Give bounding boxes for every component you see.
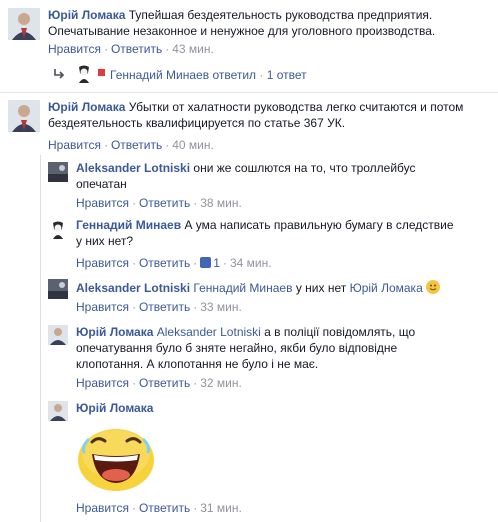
reply-actions: Нравится · Ответить · 33 мин. [76,300,242,314]
reply-body: Юрій Ломака Aleksander Lotniski а в полі… [76,324,486,372]
reply-body: Aleksander Lotniski Геннадий Минаев у ни… [76,280,486,296]
comment-body: Юрій Ломака Убытки от халатности руковод… [48,99,488,131]
like-link[interactable]: Нравится [76,256,129,270]
comment-text: бездеятельность квалифицируется по стать… [48,116,346,130]
reply-count[interactable]: 1 ответ [267,68,307,82]
comment-text: Тупейшая бездеятельность руководства пре… [128,8,433,22]
reply-link[interactable]: Ответить [111,138,162,152]
author-name[interactable]: Юрій Ломака [76,401,153,415]
author-name[interactable]: Aleksander Lotniski [76,281,190,295]
reply-summary-author[interactable]: Геннадий Минаев [110,68,209,82]
author-name[interactable]: Aleksander Lotniski [76,161,190,175]
reply-link[interactable]: Ответить [111,42,162,56]
reply-body: Aleksander Lotniski они же сошлются на т… [76,160,486,192]
laughing-sticker-icon [76,424,156,495]
mention-link[interactable]: Юрій Ломака [350,281,423,295]
reply-text: а в поліції повідомлять, що [264,325,416,339]
avatar[interactable] [48,401,68,421]
reply-actions: Нравится · Ответить · 1 · 34 мин. [76,256,272,270]
avatar[interactable] [48,279,68,299]
like-link[interactable]: Нравится [48,42,101,56]
reply-text: А ума написать правильную бумагу в следс… [184,218,454,232]
reply-text: опечатан [76,177,127,191]
mention-link[interactable]: Aleksander Lotniski [157,325,261,339]
author-name[interactable]: Юрій Ломака [76,325,153,339]
reply-summary-action: ответил [212,68,257,82]
reply-actions: Нравится · Ответить · 32 мин. [76,376,242,390]
flag-icon [98,69,105,76]
avatar[interactable] [8,8,40,40]
reply-link[interactable]: Ответить [139,196,190,210]
like-link[interactable]: Нравится [76,300,129,314]
reply-link[interactable]: Ответить [139,300,190,314]
smile-emoji-icon [426,280,441,294]
comment-actions: Нравится · Ответить · 40 мин. [48,138,214,152]
thumbs-up-icon [200,257,212,268]
like-link[interactable]: Нравится [76,501,129,515]
timestamp[interactable]: 32 мин. [200,376,242,390]
timestamp[interactable]: 33 мин. [200,300,242,314]
thread-rail [40,155,41,522]
avatar[interactable] [8,100,40,132]
avatar[interactable] [74,63,94,83]
author-name[interactable]: Юрій Ломака [48,8,125,22]
reply-summary[interactable]: Геннадий Минаев ответил · 1 ответ [98,68,307,82]
avatar[interactable] [48,325,68,345]
reply-text: у них нет? [76,234,134,248]
timestamp[interactable]: 34 мин. [230,256,272,270]
reply-body: Геннадий Минаев А ума написать правильну… [76,217,486,249]
comment-actions: Нравится · Ответить · 43 мин. [48,42,214,56]
mention-link[interactable]: Геннадий Минаев [193,281,292,295]
avatar[interactable] [48,162,68,182]
timestamp[interactable]: 38 мин. [200,196,242,210]
timestamp[interactable]: 40 мин. [172,138,214,152]
like-link[interactable]: Нравится [48,138,101,152]
reply-link[interactable]: Ответить [139,376,190,390]
reply-actions: Нравится · Ответить · 31 мин. [76,501,242,515]
timestamp[interactable]: 31 мин. [200,501,242,515]
timestamp[interactable]: 43 мин. [172,42,214,56]
reply-arrow-icon [53,68,65,82]
like-link[interactable]: Нравится [76,196,129,210]
reply-link[interactable]: Ответить [139,501,190,515]
reply-text: опечатування було б зняте негайно, якби … [76,341,398,355]
reply-body: Юрій Ломака [76,400,153,416]
reply-link[interactable]: Ответить [139,256,190,270]
comment-text: Убытки от халатности руководства легко с… [128,100,464,114]
author-name[interactable]: Юрій Ломака [48,100,125,114]
avatar[interactable] [48,219,68,239]
reply-text: клопотання. А клопотання не було і не ма… [76,357,319,371]
comment-body: Юрій Ломака Тупейшая бездеятельность рук… [48,7,488,39]
comment-text: Опечатывание незаконное и ненужное для у… [48,24,436,38]
divider [0,92,498,93]
like-count-button[interactable]: 1 [200,256,220,270]
author-name[interactable]: Геннадий Минаев [76,218,181,232]
reply-text: они же сошлются на то, что троллейбус [193,161,416,175]
reply-text: у них нет [295,281,347,295]
reply-actions: Нравится · Ответить · 38 мин. [76,196,242,210]
like-link[interactable]: Нравится [76,376,129,390]
